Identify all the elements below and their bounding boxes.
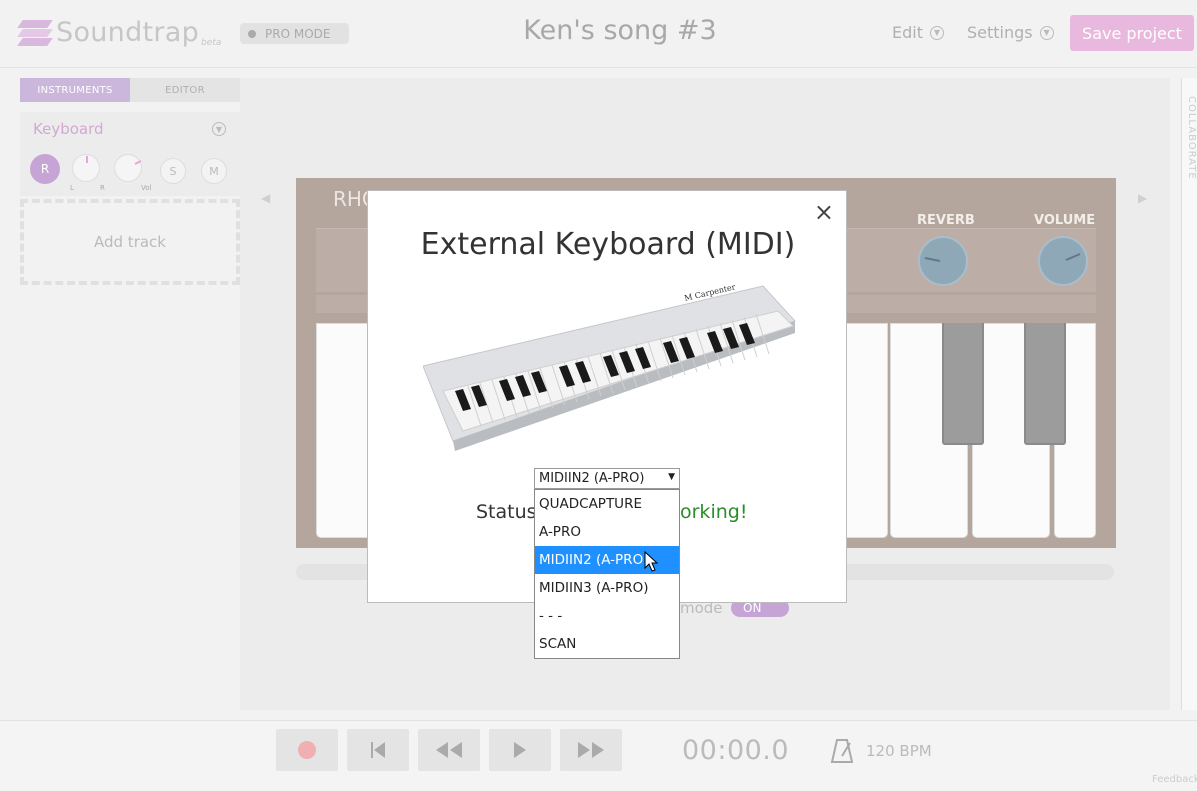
reverb-label: REVERB bbox=[917, 213, 975, 228]
dropdown-option[interactable]: A-PRO bbox=[535, 518, 679, 546]
track-card[interactable]: Keyboard ▼ R L R Vol S M bbox=[20, 112, 240, 196]
soundtrap-logo[interactable]: Soundtrap beta bbox=[17, 17, 222, 48]
add-track-button[interactable]: Add track bbox=[20, 199, 240, 285]
play-button[interactable] bbox=[489, 729, 551, 771]
fast-forward-icon bbox=[578, 742, 604, 758]
previous-instrument-icon[interactable]: ◀ bbox=[261, 191, 270, 205]
dropdown-option[interactable]: MIDIIN3 (A-PRO) bbox=[535, 574, 679, 602]
knob-indicator-icon bbox=[1065, 253, 1081, 261]
pro-mode-toggle[interactable]: PRO MODE bbox=[240, 23, 349, 44]
midi-device-select[interactable]: MIDIIN2 (A-PRO) ▼ bbox=[534, 468, 680, 489]
panel-tabs: INSTRUMENTS EDITOR bbox=[20, 78, 240, 102]
volume-label: Vol bbox=[141, 184, 152, 192]
next-instrument-icon[interactable]: ▶ bbox=[1138, 191, 1147, 205]
knob-indicator-icon bbox=[924, 257, 941, 262]
volume-label: VOLUME bbox=[1034, 213, 1096, 228]
toggle-dot-icon bbox=[248, 29, 256, 38]
dropdown-option[interactable]: QUADCAPTURE bbox=[535, 490, 679, 518]
settings-menu-label: Settings bbox=[967, 23, 1033, 42]
knob-indicator-icon bbox=[134, 160, 142, 165]
record-arm-button[interactable]: R bbox=[30, 154, 60, 184]
dialog-title: External Keyboard (MIDI) bbox=[420, 227, 796, 262]
settings-menu[interactable]: Settings ▼ bbox=[967, 23, 1054, 42]
chevron-down-icon: ▼ bbox=[1039, 25, 1054, 40]
close-icon[interactable]: × bbox=[814, 200, 834, 224]
mute-button[interactable]: M bbox=[201, 158, 227, 184]
rewind-button[interactable] bbox=[418, 729, 480, 771]
dropdown-arrow-icon: ▼ bbox=[668, 472, 675, 482]
status-label: Status bbox=[476, 501, 537, 523]
tab-editor[interactable]: EDITOR bbox=[130, 78, 240, 102]
play-icon bbox=[514, 742, 526, 758]
song-title[interactable]: Ken's song #3 bbox=[440, 15, 800, 46]
edit-menu[interactable]: Edit ▼ bbox=[892, 23, 944, 42]
volume-knob[interactable] bbox=[1038, 236, 1088, 286]
collaborate-label[interactable]: COLLABORATE bbox=[1186, 96, 1197, 180]
logo-text: Soundtrap bbox=[56, 17, 200, 48]
track-name[interactable]: Keyboard bbox=[33, 120, 104, 138]
midi-device-options: QUADCAPTURE A-PRO MIDIIN2 (A-PRO) MIDIIN… bbox=[534, 489, 680, 659]
select-value: MIDIIN2 (A-PRO) bbox=[539, 471, 645, 486]
tab-instruments[interactable]: INSTRUMENTS bbox=[20, 78, 130, 102]
mouse-cursor-icon bbox=[644, 551, 658, 572]
piano-black-key[interactable] bbox=[1024, 323, 1066, 445]
fast-forward-button[interactable] bbox=[560, 729, 622, 771]
feedback-link[interactable]: Feedback bbox=[1152, 774, 1197, 785]
chevron-down-icon: ▼ bbox=[929, 25, 944, 40]
mode-toggle-label: ON bbox=[743, 601, 762, 615]
pro-mode-label: PRO MODE bbox=[265, 26, 331, 41]
edit-menu-label: Edit bbox=[892, 23, 923, 42]
dropdown-option-separator[interactable]: - - - bbox=[535, 602, 679, 630]
pan-left-label: L bbox=[70, 184, 74, 192]
save-project-button[interactable]: Save project bbox=[1070, 15, 1194, 51]
knob-indicator-icon bbox=[86, 156, 88, 163]
pan-right-label: R bbox=[100, 184, 105, 192]
dropdown-option-scan[interactable]: SCAN bbox=[535, 630, 679, 658]
logo-beta: beta bbox=[201, 38, 222, 48]
track-panel: INSTRUMENTS EDITOR Keyboard ▼ R L R Vol … bbox=[20, 78, 240, 196]
skip-to-start-button[interactable] bbox=[347, 729, 409, 771]
chevron-down-icon[interactable]: ▼ bbox=[212, 122, 226, 136]
metronome-icon[interactable] bbox=[830, 738, 854, 764]
rewind-icon bbox=[436, 742, 462, 758]
pan-knob[interactable] bbox=[72, 154, 100, 182]
record-icon bbox=[298, 741, 316, 759]
solo-button[interactable]: S bbox=[160, 158, 186, 184]
skip-back-icon bbox=[371, 742, 385, 758]
piano-black-key[interactable] bbox=[942, 323, 984, 445]
midi-keyboard-image: M Carpenter bbox=[423, 282, 796, 451]
record-button[interactable] bbox=[276, 729, 338, 771]
reverb-knob[interactable] bbox=[918, 236, 968, 286]
status-value: orking! bbox=[680, 501, 748, 523]
tempo-display[interactable]: 120 BPM bbox=[866, 742, 932, 760]
logo-mark-icon bbox=[17, 18, 53, 48]
time-display: 00:00.0 bbox=[682, 735, 790, 766]
volume-knob[interactable] bbox=[114, 154, 142, 182]
top-bar: Soundtrap beta PRO MODE Ken's song #3 Ed… bbox=[0, 0, 1197, 68]
